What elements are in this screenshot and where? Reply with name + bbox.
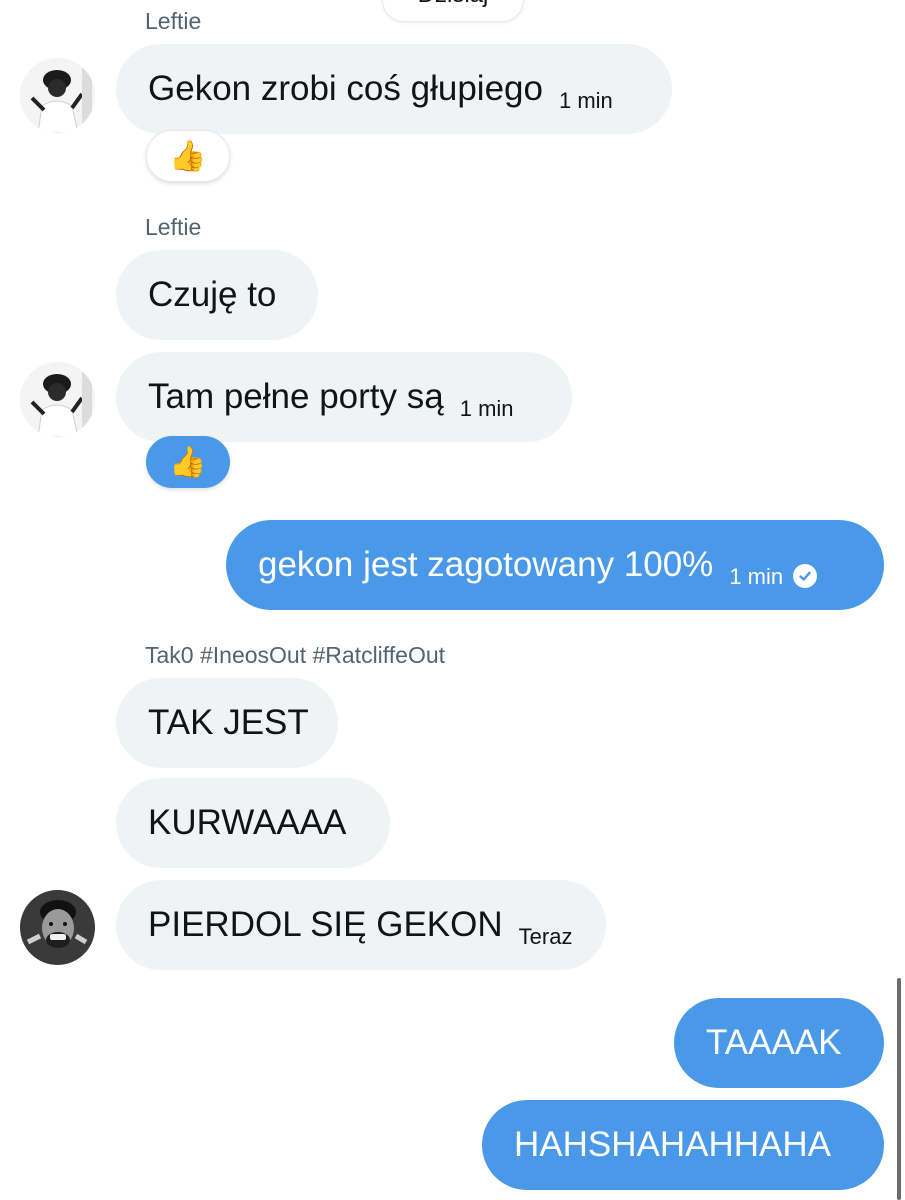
message-text: TAK JEST	[148, 703, 309, 742]
message-text: HAHSHAHAHHAHA	[514, 1125, 831, 1164]
message-bubble[interactable]: Gekon zrobi coś głupiego 1 min	[116, 44, 672, 134]
message-text: Tam pełne porty są	[148, 377, 444, 416]
message-bubble[interactable]: Tam pełne porty są 1 min	[116, 352, 572, 442]
message-time: 1 min	[729, 564, 784, 589]
message-text: TAAAAK	[706, 1023, 842, 1062]
thumbs-up-icon: 👍	[169, 139, 207, 173]
reaction-thumbs-up[interactable]: 👍	[146, 436, 230, 488]
sender-name: Tak0 #IneosOut #RatcliffeOut	[145, 642, 446, 668]
sender-name: Leftie	[145, 214, 202, 240]
message-bubble-outgoing[interactable]: gekon jest zagotowany 100% 1 min	[226, 520, 884, 610]
scrollbar[interactable]	[897, 978, 901, 1200]
avatar-leftie[interactable]	[20, 58, 95, 133]
check-circle-icon	[793, 564, 818, 588]
message-bubble[interactable]: PIERDOL SIĘ GEKON Teraz	[116, 880, 606, 970]
message-time: 1 min	[558, 88, 613, 113]
message-text: PIERDOL SIĘ GEKON	[148, 905, 503, 944]
message-bubble-outgoing[interactable]: HAHSHAHAHHAHA	[482, 1100, 884, 1190]
message-text: KURWAAAA	[148, 803, 347, 842]
message-text: gekon jest zagotowany 100%	[258, 545, 714, 584]
message-time: 1 min	[459, 396, 514, 421]
thumbs-up-icon: 👍	[169, 445, 207, 479]
message-bubble[interactable]: TAK JEST	[116, 678, 338, 768]
message-bubble[interactable]: Czuję to	[116, 250, 318, 340]
message-text: Gekon zrobi coś głupiego	[148, 69, 543, 108]
avatar-leftie[interactable]	[20, 362, 95, 437]
sender-name: Leftie	[145, 8, 202, 34]
message-text: Czuję to	[148, 275, 277, 314]
avatar-image	[20, 890, 95, 965]
message-time: Teraz	[518, 924, 573, 949]
message-bubble[interactable]: KURWAAAA	[116, 778, 390, 868]
reaction-thumbs-up[interactable]: 👍	[146, 130, 230, 182]
avatar-image	[20, 58, 95, 133]
avatar-tak0[interactable]	[20, 890, 95, 965]
date-divider: Dzisiaj	[382, 0, 524, 22]
avatar-image	[20, 362, 95, 437]
message-bubble-outgoing[interactable]: TAAAAK	[674, 998, 884, 1088]
